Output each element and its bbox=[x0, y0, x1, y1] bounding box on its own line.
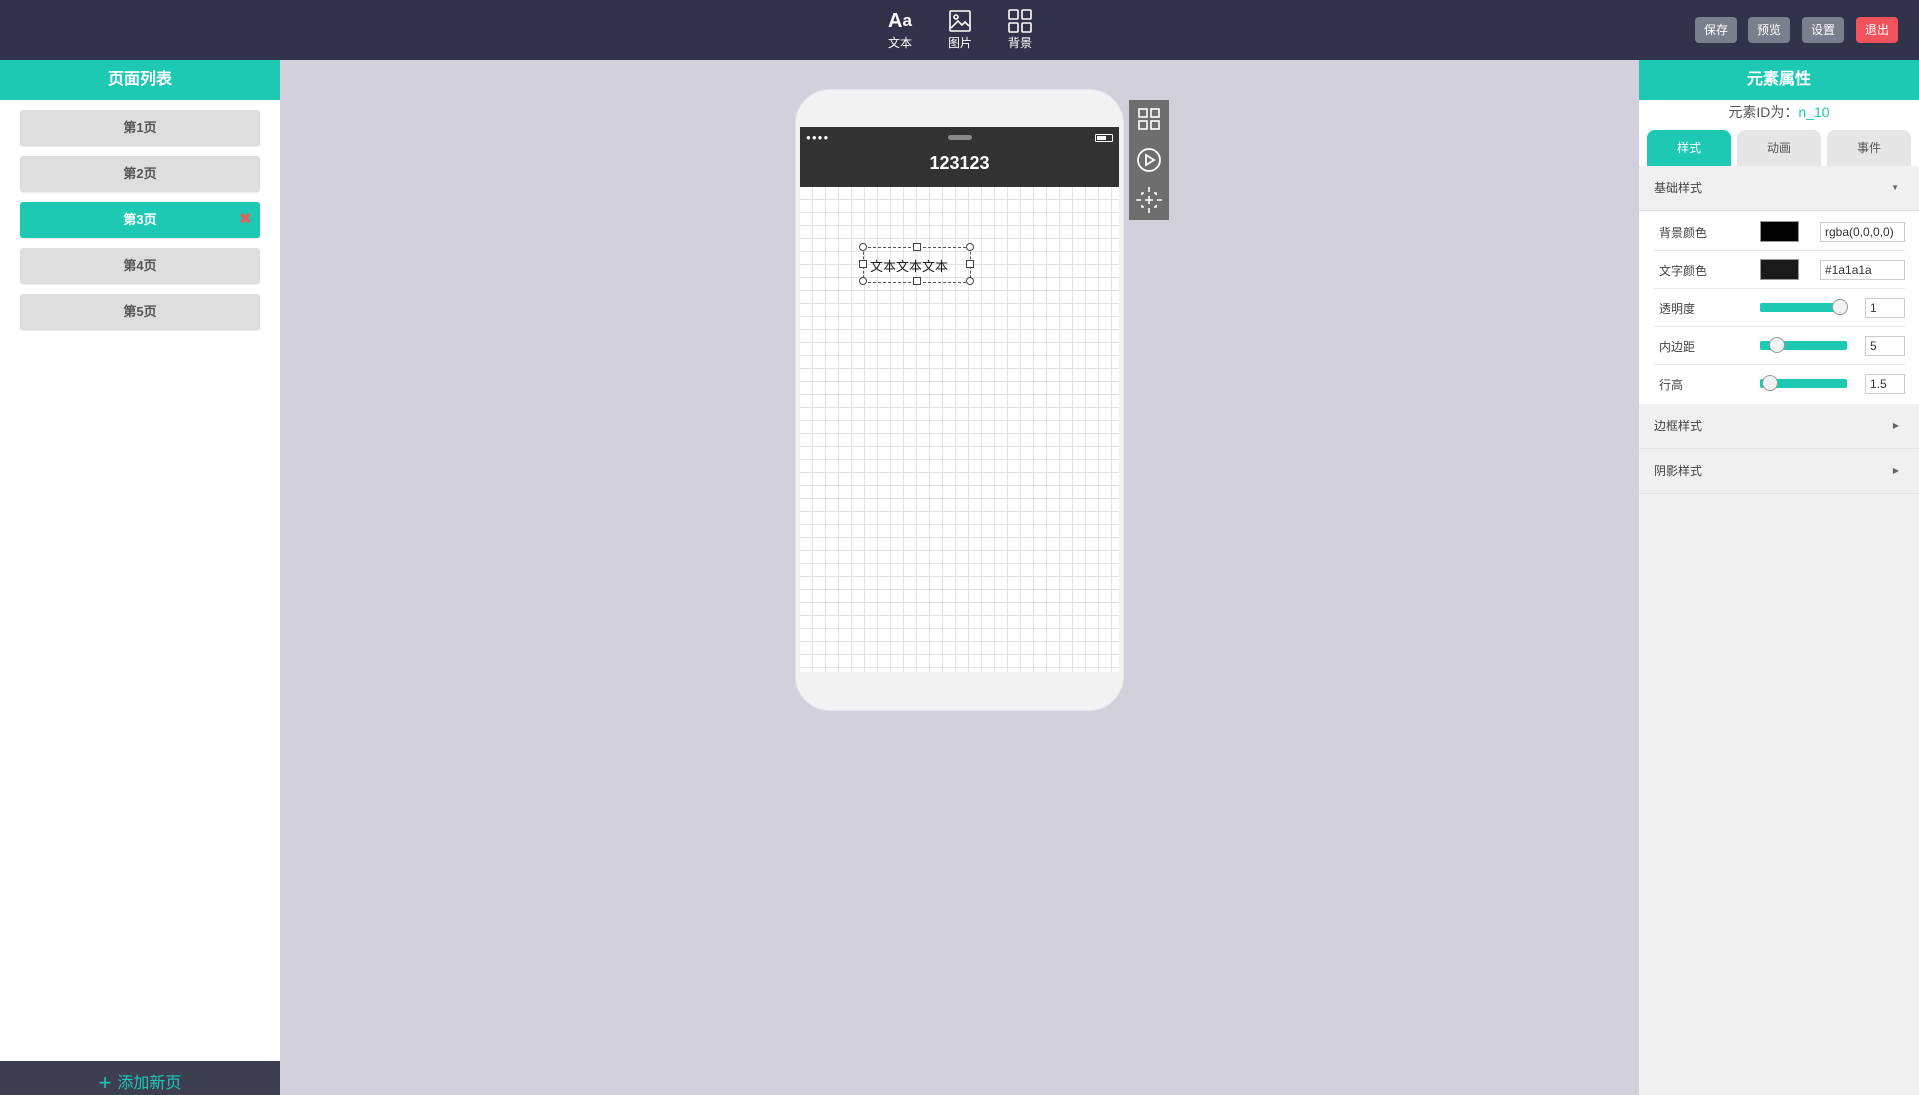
background-tool-label: 背景 bbox=[1007, 36, 1032, 50]
settings-button[interactable]: 设置 bbox=[1802, 17, 1845, 43]
top-toolbar: Aa 文本 图片 背景 保存 预览 设置 退出 bbox=[0, 0, 1919, 60]
grid-icon bbox=[996, 6, 1044, 36]
shadow-style-title: 阴影样式 bbox=[1654, 464, 1703, 478]
preview-button[interactable]: 预览 bbox=[1748, 17, 1791, 43]
add-page-label: 添加新页 bbox=[117, 1075, 182, 1092]
bg-color-input[interactable] bbox=[1820, 222, 1905, 242]
resize-handle-top[interactable] bbox=[913, 243, 921, 251]
page-item-3[interactable]: 第3页 ✖ bbox=[20, 202, 260, 238]
background-tool[interactable]: 背景 bbox=[996, 6, 1044, 56]
bg-color-swatch[interactable] bbox=[1760, 221, 1799, 242]
line-height-row: 行高 bbox=[1654, 365, 1905, 402]
basic-style-section-header[interactable]: 基础样式 ▼ bbox=[1639, 166, 1919, 211]
plus-icon: + bbox=[98, 1070, 112, 1095]
tab-animation[interactable]: 动画 bbox=[1737, 130, 1821, 166]
caret-right-icon: ▶ bbox=[1892, 421, 1899, 430]
add-image-tool-label: 图片 bbox=[947, 36, 972, 50]
resize-handle-top-left[interactable] bbox=[859, 243, 867, 251]
phone-preview: ●●●● 123123 文本文本文本 bbox=[796, 90, 1123, 710]
text-color-input[interactable] bbox=[1820, 260, 1905, 280]
image-icon bbox=[936, 6, 984, 36]
battery-icon bbox=[1095, 134, 1113, 142]
text-color-row: 文字颜色 bbox=[1654, 251, 1905, 289]
text-color-label: 文字颜色 bbox=[1659, 264, 1708, 278]
selected-text-element[interactable]: 文本文本文本 bbox=[859, 243, 974, 285]
page-item-4[interactable]: 第4页 bbox=[20, 248, 260, 284]
border-style-title: 边框样式 bbox=[1654, 419, 1703, 433]
tab-style[interactable]: 样式 bbox=[1647, 130, 1731, 166]
delete-page-icon[interactable]: ✖ bbox=[239, 202, 252, 238]
save-button[interactable]: 保存 bbox=[1695, 17, 1738, 43]
align-center-button[interactable] bbox=[1135, 186, 1163, 214]
page-item-2[interactable]: 第2页 bbox=[20, 156, 260, 192]
signal-dots-icon: ●●●● bbox=[806, 133, 830, 142]
page-item-1[interactable]: 第1页 bbox=[20, 110, 260, 146]
page-list-title: 页面列表 bbox=[0, 60, 280, 100]
opacity-label: 透明度 bbox=[1659, 302, 1696, 316]
basic-style-section: 背景颜色 文字颜色 透明度 内边距 行高 bbox=[1639, 211, 1919, 404]
add-text-tool-label: 文本 bbox=[887, 36, 912, 50]
element-id-value: n_10 bbox=[1798, 104, 1830, 120]
page-item-label: 第1页 bbox=[123, 120, 157, 135]
text-icon: Aa bbox=[888, 9, 912, 32]
canvas-side-tools bbox=[1129, 100, 1169, 220]
opacity-slider[interactable] bbox=[1760, 299, 1849, 315]
element-id-row: 元素ID为：n_10 bbox=[1639, 100, 1919, 124]
page-item-label: 第3页 bbox=[123, 212, 157, 227]
element-id-label: 元素ID为： bbox=[1728, 104, 1799, 120]
resize-handle-left[interactable] bbox=[859, 260, 867, 268]
align-center-icon bbox=[1136, 187, 1162, 213]
caret-down-icon: ▼ bbox=[1891, 183, 1899, 192]
padding-slider[interactable] bbox=[1760, 337, 1847, 353]
basic-style-title: 基础样式 bbox=[1654, 181, 1703, 195]
caret-right-icon: ▶ bbox=[1892, 466, 1899, 475]
text-color-swatch[interactable] bbox=[1760, 259, 1799, 280]
page-item-5[interactable]: 第5页 bbox=[20, 294, 260, 330]
line-height-slider-knob[interactable] bbox=[1762, 375, 1779, 391]
page-item-label: 第2页 bbox=[123, 166, 157, 181]
tab-events[interactable]: 事件 bbox=[1827, 130, 1911, 166]
opacity-slider-knob[interactable] bbox=[1832, 299, 1849, 315]
properties-title: 元素属性 bbox=[1639, 60, 1919, 100]
play-icon bbox=[1137, 148, 1161, 172]
resize-handle-top-right[interactable] bbox=[966, 243, 974, 251]
bg-color-label: 背景颜色 bbox=[1659, 226, 1708, 240]
text-element-content[interactable]: 文本文本文本 bbox=[870, 256, 948, 275]
add-image-tool[interactable]: 图片 bbox=[936, 6, 984, 56]
add-page-button[interactable]: + 添加新页 bbox=[0, 1061, 280, 1095]
line-height-label: 行高 bbox=[1659, 378, 1684, 392]
opacity-input[interactable] bbox=[1865, 298, 1905, 318]
resize-handle-bottom[interactable] bbox=[913, 277, 921, 285]
padding-label: 内边距 bbox=[1659, 340, 1696, 354]
resize-handle-bottom-right[interactable] bbox=[966, 277, 974, 285]
play-preview-button[interactable] bbox=[1135, 146, 1163, 174]
phone-page-title: 123123 bbox=[929, 153, 990, 173]
add-text-tool[interactable]: Aa 文本 bbox=[876, 6, 924, 56]
opacity-row: 透明度 bbox=[1654, 289, 1905, 327]
padding-row: 内边距 bbox=[1654, 327, 1905, 365]
property-tabs: 样式 动画 事件 bbox=[1639, 124, 1919, 166]
grid-toggle-button[interactable] bbox=[1135, 105, 1163, 133]
page-list-panel: 页面列表 第1页 第2页 第3页 ✖ 第4页 第5页 + 添加新页 bbox=[0, 60, 280, 1095]
padding-input[interactable] bbox=[1865, 336, 1905, 356]
exit-button[interactable]: 退出 bbox=[1856, 17, 1899, 43]
page-item-label: 第4页 bbox=[123, 258, 157, 273]
page-item-label: 第5页 bbox=[123, 304, 157, 319]
line-height-slider[interactable] bbox=[1760, 375, 1847, 391]
element-properties-panel: 元素属性 元素ID为：n_10 样式 动画 事件 基础样式 ▼ 背景颜色 文字颜… bbox=[1639, 60, 1919, 1095]
resize-handle-bottom-left[interactable] bbox=[859, 277, 867, 285]
border-style-section-header[interactable]: 边框样式 ▶ bbox=[1639, 404, 1919, 449]
phone-header: ●●●● 123123 bbox=[800, 127, 1119, 187]
canvas-grid[interactable]: 文本文本文本 bbox=[800, 187, 1119, 672]
speaker-icon bbox=[948, 135, 972, 140]
line-height-input[interactable] bbox=[1865, 374, 1905, 394]
resize-handle-right[interactable] bbox=[966, 260, 974, 268]
grid-icon bbox=[1138, 108, 1160, 130]
shadow-style-section-header[interactable]: 阴影样式 ▶ bbox=[1639, 449, 1919, 494]
padding-slider-knob[interactable] bbox=[1768, 337, 1785, 353]
bg-color-row: 背景颜色 bbox=[1654, 213, 1905, 251]
